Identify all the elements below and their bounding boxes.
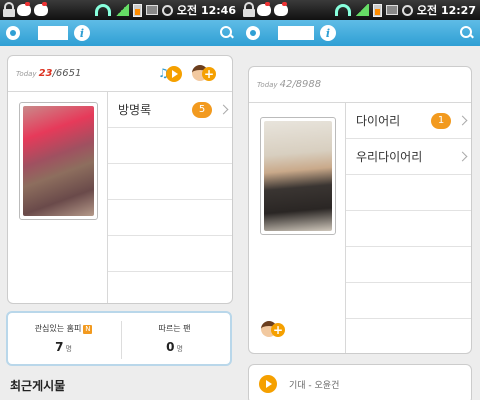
interest-unit: 명 (65, 345, 72, 353)
new-count-badge: 1 (431, 112, 451, 129)
wifi-icon (334, 4, 351, 16)
settings-icon[interactable] (246, 26, 260, 40)
alarm-icon (401, 4, 413, 16)
menu-label: 다이어리 (356, 114, 401, 128)
search-icon[interactable] (220, 26, 234, 40)
battery-icon (372, 3, 382, 17)
today-count: 42 (279, 79, 293, 90)
alarm-icon (161, 4, 173, 16)
search-icon[interactable] (460, 26, 474, 40)
new-badge: N (83, 325, 93, 334)
menu-label: 방명록 (118, 103, 152, 117)
title-box (38, 26, 68, 40)
menu-row[interactable] (346, 211, 471, 247)
followers-stat[interactable]: 따르는 팬 0명 (119, 313, 230, 364)
profile-card: Today 23/6651 ♫ + 방명록 5 (7, 55, 233, 304)
add-avatar-icon[interactable]: + (192, 64, 218, 83)
status-time: 오전 12:27 (416, 4, 476, 17)
profile-photo[interactable] (260, 117, 336, 235)
total-count: /6651 (52, 68, 82, 79)
menu-row[interactable] (108, 272, 232, 303)
menu-row-diary[interactable]: 다이어리 1 (346, 103, 471, 139)
stats-panel: 관심있는 홈피 N 7명 따르는 팬 0명 (6, 311, 232, 366)
interest-homepage-stat[interactable]: 관심있는 홈피 N 7명 (8, 313, 119, 364)
right-screen: 오전 12:27 i Today 42/8988 + 다이어리 1 우리다이어리 (240, 0, 480, 400)
signal-icon (114, 4, 129, 16)
total-count: /8988 (292, 79, 322, 90)
lock-icon (243, 2, 255, 17)
status-bar: 오전 12:27 (240, 0, 480, 20)
hello-kitty-icon (34, 2, 48, 16)
hello-kitty-icon (257, 2, 271, 16)
interest-value: 7 (55, 340, 64, 354)
signal-icon (354, 4, 369, 16)
title-box (278, 26, 314, 40)
info-icon[interactable]: i (74, 25, 90, 41)
card-header: Today 23/6651 ♫ + (8, 56, 232, 92)
menu-row[interactable] (346, 283, 471, 319)
follower-unit: 명 (176, 345, 183, 353)
play-icon[interactable] (259, 375, 277, 393)
today-label: Today (16, 69, 37, 78)
menu-row[interactable] (108, 236, 232, 272)
music-play-icon[interactable]: ♫ (158, 65, 182, 82)
status-bar: 오전 12:46 (0, 0, 240, 20)
wifi-icon (94, 4, 111, 16)
profile-photo[interactable] (19, 102, 98, 220)
sd-card-icon (385, 5, 398, 15)
status-time: 오전 12:46 (176, 4, 236, 17)
music-bar[interactable]: 기대 - 오윤건 (248, 364, 472, 400)
menu-row[interactable] (346, 175, 471, 211)
menu-row[interactable] (108, 128, 232, 164)
follower-label: 따르는 팬 (158, 324, 191, 333)
info-icon[interactable]: i (320, 25, 336, 41)
app-bar: i (0, 20, 240, 46)
today-count: 23 (38, 68, 53, 79)
menu-row[interactable] (108, 164, 232, 200)
menu-row[interactable] (108, 200, 232, 236)
settings-icon[interactable] (6, 26, 20, 40)
hello-kitty-icon (17, 2, 31, 16)
today-label: Today (257, 80, 278, 89)
battery-icon (132, 3, 142, 17)
now-playing-text: 기대 - 오윤건 (289, 380, 340, 391)
recent-posts-heading: 최근게시물 (10, 379, 66, 393)
left-screen: 오전 12:46 i Today 23/6651 ♫ + 방명록 5 관심있는 … (0, 0, 240, 400)
card-header: Today 42/8988 (249, 67, 471, 103)
profile-card: Today 42/8988 + 다이어리 1 우리다이어리 (248, 66, 472, 354)
lock-icon (3, 2, 15, 17)
menu-list: 방명록 5 (108, 92, 232, 303)
chevron-right-icon (218, 104, 229, 115)
menu-row-guestbook[interactable]: 방명록 5 (108, 92, 232, 128)
menu-list: 다이어리 1 우리다이어리 (346, 103, 471, 319)
chevron-right-icon (457, 115, 468, 126)
menu-row-our-diary[interactable]: 우리다이어리 (346, 139, 471, 175)
interest-label: 관심있는 홈피 (34, 324, 82, 333)
visitor-count: 42/8988 (280, 79, 322, 90)
menu-row[interactable] (346, 247, 471, 283)
hello-kitty-icon (274, 2, 288, 16)
visitor-count: 23/6651 (39, 68, 82, 79)
chevron-right-icon (457, 151, 468, 162)
app-bar: i (240, 20, 480, 46)
follower-value: 0 (166, 340, 175, 354)
add-avatar-icon[interactable]: + (261, 321, 287, 339)
new-count-badge: 5 (192, 101, 212, 118)
menu-label: 우리다이어리 (356, 150, 423, 164)
sd-card-icon (145, 5, 158, 15)
